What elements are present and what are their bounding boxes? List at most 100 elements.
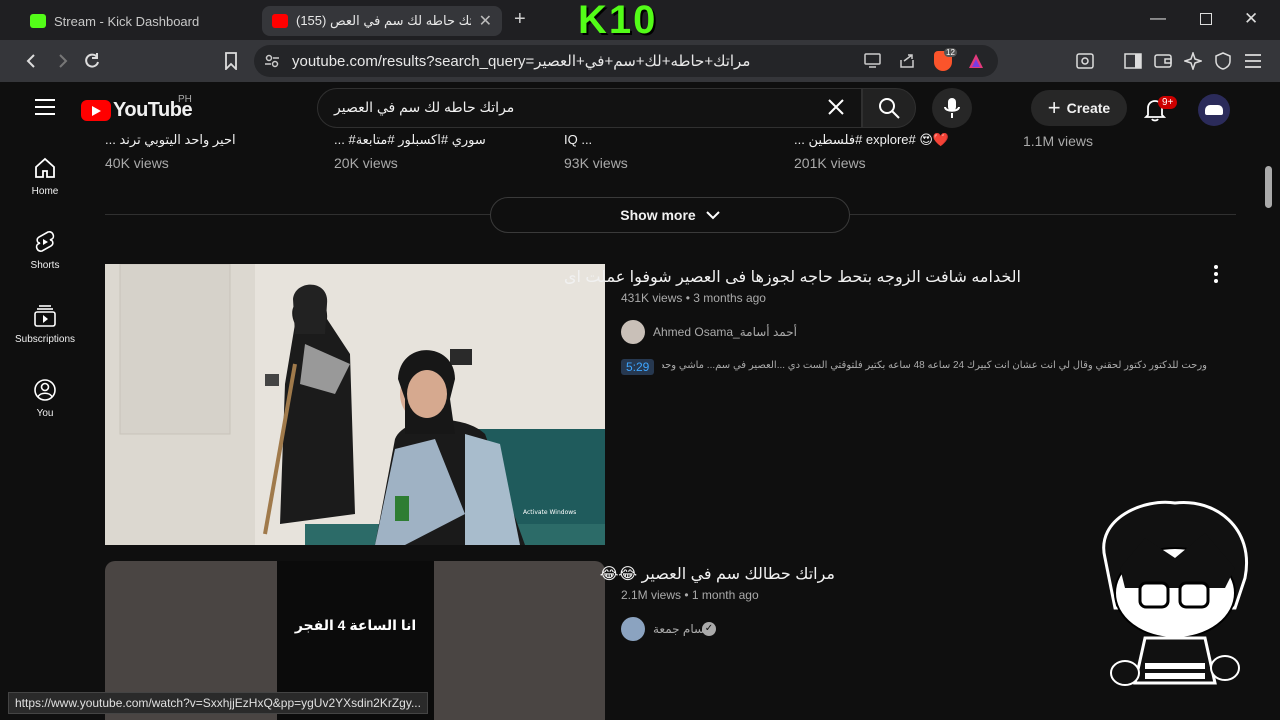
sidebar-item-label: You	[36, 408, 54, 419]
video-age: 1 month ago	[691, 588, 759, 602]
hamburger-menu-icon[interactable]	[34, 98, 56, 121]
minimize-icon[interactable]: —	[1150, 10, 1166, 28]
short-views: 201K views	[794, 155, 866, 171]
channel-name[interactable]: Ahmed Osama_أحمد أسامة	[653, 325, 797, 339]
reload-icon[interactable]	[80, 49, 104, 73]
create-label: Create	[1066, 100, 1111, 116]
search-query-text: مراتك حاطه لك سم في العصير	[334, 99, 515, 115]
channel-avatar[interactable]	[621, 320, 645, 344]
reader-mode-icon[interactable]	[1073, 49, 1097, 73]
close-window-icon[interactable]: ✕	[1244, 9, 1258, 29]
maximize-icon[interactable]	[1200, 13, 1212, 25]
you-icon	[34, 379, 56, 401]
youtube-header: YouTube PH مراتك حاطه لك سم في العصير + …	[0, 82, 1260, 138]
tab-kick-dashboard[interactable]: Stream - Kick Dashboard	[20, 6, 250, 36]
short-title[interactable]: ... فلسطين# explore# 😍❤️	[794, 132, 949, 148]
thumbnail-image: Activate Windows	[105, 264, 605, 545]
search-button[interactable]	[862, 88, 916, 128]
short-views: 40K views	[105, 155, 169, 171]
divider	[105, 214, 490, 215]
sidebar-toggle-icon[interactable]	[1121, 49, 1145, 73]
subscriptions-icon	[34, 305, 56, 327]
divider	[850, 214, 1236, 215]
menu-icon[interactable]	[1241, 49, 1265, 73]
meta-separator: •	[684, 588, 692, 602]
short-title[interactable]: IQ ...	[564, 132, 592, 147]
short-title[interactable]: ... احير واحد اليتوبي ترند	[105, 132, 236, 148]
forward-icon[interactable]	[50, 49, 74, 73]
sidebar-item-you[interactable]: You	[8, 378, 82, 448]
tab-title: (155) مراتك حاطه لك سم في العص	[296, 13, 471, 28]
browser-toolbar: youtube.com/results?search_query=مراتك+ح…	[0, 40, 1280, 82]
youtube-play-icon	[81, 100, 111, 121]
video-meta: 431K views • 3 months ago	[621, 291, 766, 305]
verified-badge-icon: ✓	[702, 622, 716, 636]
video-title[interactable]: الخدامه شافت الزوجه بتحط حاجه لجوزها فى …	[564, 267, 1021, 287]
link-status-bar: https://www.youtube.com/watch?v=SxxhjjEz…	[8, 692, 428, 714]
back-icon[interactable]	[20, 49, 44, 73]
video-meta: 2.1M views • 1 month ago	[621, 588, 759, 602]
vpn-icon[interactable]	[1211, 49, 1235, 73]
close-tab-icon[interactable]: ✕	[479, 11, 492, 31]
mascot-image	[1102, 500, 1248, 686]
sidebar: Home Shorts Subscriptions You	[8, 138, 82, 698]
chapter-timestamp[interactable]: 5:29	[621, 359, 655, 375]
watermark-text: Activate Windows	[523, 509, 576, 516]
youtube-logo[interactable]: YouTube	[81, 99, 193, 122]
cast-icon[interactable]	[864, 52, 882, 73]
search-input[interactable]: مراتك حاطه لك سم في العصير	[317, 88, 862, 128]
channel-avatar[interactable]	[621, 617, 645, 641]
microphone-icon	[944, 98, 960, 118]
show-more-label: Show more	[620, 207, 696, 223]
plus-icon: +	[1047, 95, 1061, 120]
browser-tab-bar: Stream - Kick Dashboard (155) مراتك حاطه…	[0, 0, 1280, 40]
streamer-mascot-overlay	[1085, 498, 1260, 698]
show-more-button[interactable]: Show more	[490, 197, 850, 233]
search-icon	[879, 98, 900, 119]
kick-icon	[30, 14, 46, 28]
address-bar[interactable]: youtube.com/results?search_query=مراتك+ح…	[254, 45, 998, 77]
bookmark-icon[interactable]	[219, 49, 243, 73]
video-thumbnail[interactable]: Activate Windows	[105, 264, 605, 545]
video-age: 3 months ago	[693, 291, 766, 305]
kick-overlay-logo: K10	[578, 0, 702, 40]
tab-title: Stream - Kick Dashboard	[54, 13, 200, 29]
site-settings-icon[interactable]	[264, 53, 280, 74]
scrollbar-thumb[interactable]	[1265, 166, 1272, 208]
short-views: 93K views	[564, 155, 628, 171]
video-snippet: ورحت للدكتور دكتور لحقني وقال لي انت عشا…	[662, 360, 1207, 371]
video-views: 431K views	[621, 291, 683, 305]
short-views: 20K views	[334, 155, 398, 171]
create-button[interactable]: + Create	[1031, 90, 1127, 126]
sidebar-item-label: Subscriptions	[14, 334, 76, 345]
sidebar-item-home[interactable]: Home	[8, 156, 82, 226]
sidebar-item-subscriptions[interactable]: Subscriptions	[8, 304, 82, 374]
leo-ai-icon[interactable]	[1181, 49, 1205, 73]
more-actions-icon[interactable]	[1210, 264, 1222, 289]
overlay-logo-text: K10	[578, 0, 658, 42]
account-avatar[interactable]	[1198, 94, 1230, 126]
voice-search-button[interactable]	[932, 88, 972, 128]
tab-youtube-search[interactable]: (155) مراتك حاطه لك سم في العص ✕	[262, 6, 502, 36]
region-code: PH	[178, 94, 192, 105]
notification-count-badge: 9+	[1158, 96, 1178, 109]
clear-search-icon[interactable]	[826, 97, 846, 122]
short-title[interactable]: ... #سوري #اكسبلور #متابعة	[334, 132, 486, 148]
home-icon	[35, 157, 55, 178]
sidebar-item-shorts[interactable]: Shorts	[8, 230, 82, 300]
wallet-icon[interactable]	[1151, 49, 1175, 73]
avatar-glyph	[1205, 105, 1223, 115]
video-title[interactable]: مراتك حطالك سم في العصير 😂😂	[600, 564, 835, 584]
sidebar-item-label: Shorts	[30, 260, 60, 271]
short-views: 1.1M views	[1023, 133, 1094, 149]
new-tab-button[interactable]: +	[514, 8, 526, 31]
youtube-favicon-icon	[272, 14, 288, 28]
url-text: youtube.com/results?search_query=مراتك+ح…	[292, 53, 751, 70]
thumbnail-caption: انا الساعة 4 الفجر	[294, 617, 417, 633]
brave-rewards-icon[interactable]	[968, 53, 984, 74]
shield-count-badge: 12	[944, 48, 957, 57]
chevron-down-icon	[706, 211, 720, 220]
share-icon[interactable]	[898, 52, 916, 75]
shorts-icon	[35, 231, 55, 252]
video-views: 2.1M views	[621, 588, 682, 602]
